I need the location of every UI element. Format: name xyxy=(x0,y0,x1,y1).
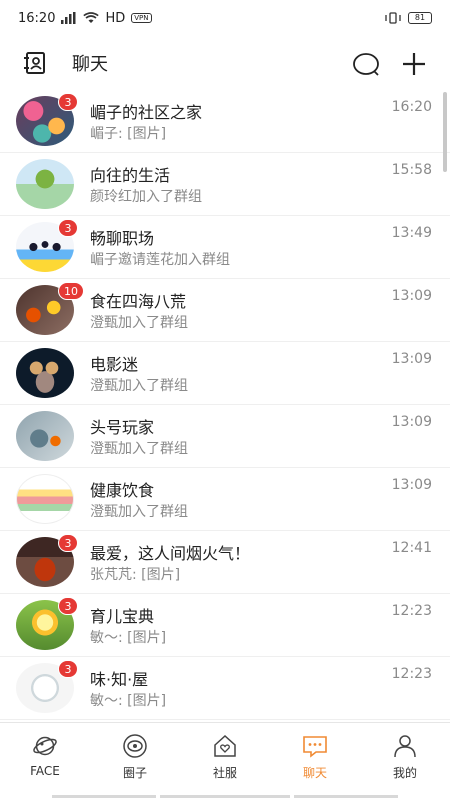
tab-circle[interactable]: 圈子 xyxy=(90,723,180,788)
chat-time: 15:58 xyxy=(391,162,432,178)
chat-list[interactable]: 3 嵋子的社区之家 嵋子: [图片] 16:20 向往的生活 颜玲红加入了群组 … xyxy=(0,90,450,722)
chat-item[interactable]: 3 育儿宝典 敏〜: [图片] 12:23 xyxy=(0,594,450,657)
scrollbar[interactable] xyxy=(443,92,447,172)
page-title: 聊天 xyxy=(72,54,108,75)
add-icon[interactable] xyxy=(400,50,428,78)
chat-last-message: 澄甄加入了群组 xyxy=(90,378,188,394)
chat-item[interactable]: 向往的生活 颜玲红加入了群组 15:58 xyxy=(0,153,450,216)
tab-mine[interactable]: 我的 xyxy=(360,723,450,788)
status-time: 16:20 xyxy=(18,10,56,26)
chat-last-message: 敏〜: [图片] xyxy=(90,630,167,646)
chat-name: 最爱，这人间烟火气！ xyxy=(90,544,251,563)
chat-name: 电影迷 xyxy=(90,355,139,374)
chat-item[interactable]: 3 最爱，这人间烟火气！ 张芃芃: [图片] 12:41 xyxy=(0,531,450,594)
chat-name: 味·知·屋 xyxy=(90,670,149,689)
chat-last-message: 澄甄加入了群组 xyxy=(90,441,188,457)
unread-badge: 3 xyxy=(58,597,78,615)
chat-last-message: 嵋子邀请莲花加入群组 xyxy=(90,252,230,268)
group-avatar xyxy=(16,474,74,524)
contacts-icon[interactable] xyxy=(22,50,48,76)
network-type: HD xyxy=(105,10,126,26)
status-bar: 16:20 HD VPN 81 xyxy=(0,0,450,36)
chat-time: 13:09 xyxy=(391,288,432,304)
home-indicator xyxy=(0,788,450,800)
chat-name: 向往的生活 xyxy=(90,166,171,185)
battery-icon: 81 xyxy=(408,12,432,24)
chat-item[interactable]: 10 食在四海八荒 澄甄加入了群组 13:09 xyxy=(0,279,450,342)
status-left: 16:20 HD VPN xyxy=(18,11,152,26)
tab-label: 聊天 xyxy=(302,766,327,780)
tab-face[interactable]: FACE xyxy=(0,723,90,788)
tab-label: FACE xyxy=(30,764,60,778)
chat-bubble-icon xyxy=(303,736,327,758)
chat-time: 13:09 xyxy=(391,351,432,367)
chat-time: 16:20 xyxy=(391,99,432,115)
wifi-icon xyxy=(83,12,100,23)
chat-last-message: 嵋子: [图片] xyxy=(90,126,167,142)
unread-badge: 3 xyxy=(58,534,78,552)
tab-social-service[interactable]: 社服 xyxy=(180,723,270,788)
chat-time: 13:09 xyxy=(391,477,432,493)
planet-icon xyxy=(33,736,57,756)
circle-icon xyxy=(123,734,147,758)
chat-item[interactable]: 电影迷 澄甄加入了群组 13:09 xyxy=(0,342,450,405)
chat-name: 畅聊职场 xyxy=(90,229,155,248)
group-avatar xyxy=(16,159,74,209)
chat-name: 健康饮食 xyxy=(90,481,155,500)
chat-time: 12:23 xyxy=(391,603,432,619)
search-icon[interactable] xyxy=(352,50,380,78)
chat-item[interactable]: 健康饮食 澄甄加入了群组 13:09 xyxy=(0,468,450,531)
chat-item[interactable]: 头号玩家 澄甄加入了群组 13:09 xyxy=(0,405,450,468)
status-right: 81 xyxy=(384,12,432,24)
chat-time: 12:23 xyxy=(391,666,432,682)
chat-name: 育儿宝典 xyxy=(90,607,155,626)
battery-level: 81 xyxy=(414,13,426,22)
chat-name: 食在四海八荒 xyxy=(90,292,187,311)
chat-item[interactable]: 3 味·知·屋 敏〜: [图片] 12:23 xyxy=(0,657,450,720)
chat-time: 12:41 xyxy=(391,540,432,556)
chat-time: 13:09 xyxy=(391,414,432,430)
chat-name: 嵋子的社区之家 xyxy=(90,103,203,122)
signal-icon xyxy=(61,12,76,24)
chat-item[interactable]: 3 嵋子的社区之家 嵋子: [图片] 16:20 xyxy=(0,90,450,153)
group-avatar xyxy=(16,348,74,398)
chat-time: 13:49 xyxy=(391,225,432,241)
group-avatar xyxy=(16,411,74,461)
vpn-icon: VPN xyxy=(131,13,152,23)
unread-badge: 10 xyxy=(58,282,84,300)
header: 聊天 xyxy=(0,36,450,90)
chat-name: 头号玩家 xyxy=(90,418,155,437)
chat-last-message: 颜玲红加入了群组 xyxy=(90,189,202,205)
house-heart-icon xyxy=(214,734,236,757)
tab-label: 圈子 xyxy=(122,766,147,780)
chat-last-message: 澄甄加入了群组 xyxy=(90,315,188,331)
vibrate-icon xyxy=(385,12,401,24)
chat-last-message: 澄甄加入了群组 xyxy=(90,504,188,520)
chat-last-message: 敏〜: [图片] xyxy=(90,693,167,709)
unread-badge: 3 xyxy=(58,660,78,678)
chat-last-message: 张芃芃: [图片] xyxy=(90,567,181,583)
tab-label: 我的 xyxy=(392,766,417,780)
tab-label: 社服 xyxy=(212,766,237,780)
person-icon xyxy=(394,735,416,758)
bottom-tab-bar: FACE 圈子 社服 聊天 我的 xyxy=(0,722,450,788)
chat-item[interactable]: 3 畅聊职场 嵋子邀请莲花加入群组 13:49 xyxy=(0,216,450,279)
tab-chat[interactable]: 聊天 xyxy=(270,723,360,788)
unread-badge: 3 xyxy=(58,219,78,237)
unread-badge: 3 xyxy=(58,93,78,111)
